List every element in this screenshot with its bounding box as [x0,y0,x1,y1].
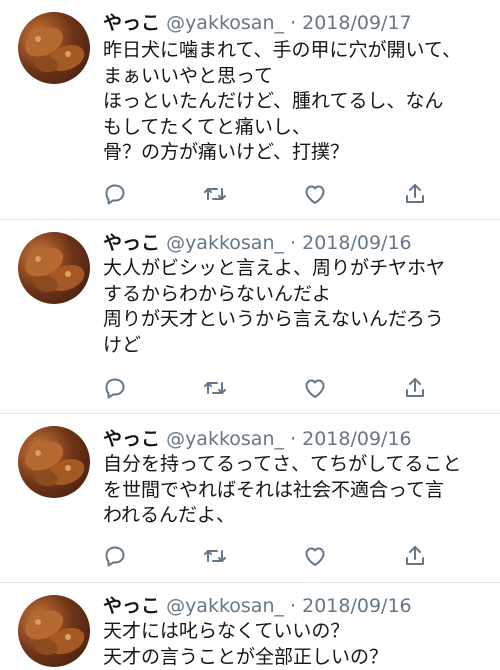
tweet-line: 自分を持ってるってさ、てちがしてること [103,452,493,478]
reply-icon[interactable] [103,376,127,400]
avatar-food-icon [18,426,90,498]
display-name[interactable]: やっこ [103,428,160,450]
action-bar [103,182,423,206]
avatar[interactable] [18,595,90,667]
share-icon[interactable] [403,182,427,206]
tweet[interactable]: やっこ @yakkosan_ · 2018/09/16 天才には叱らなくていいの… [0,583,500,669]
tweet-meta: @yakkosan_ · 2018/09/17 [166,12,412,34]
retweet-icon[interactable] [203,544,227,568]
like-icon[interactable] [303,182,327,206]
display-name[interactable]: やっこ [103,232,160,254]
avatar[interactable] [18,12,90,84]
tweet-line: けど [103,333,493,359]
share-icon[interactable] [403,544,427,568]
avatar-food-icon [18,12,90,84]
tweet[interactable]: やっこ @yakkosan_ · 2018/09/16 大人がビシッと言えよ、周… [0,220,500,414]
tweet[interactable]: やっこ @yakkosan_ · 2018/09/17 昨日犬に噛まれて、手の甲… [0,0,500,220]
avatar-food-icon [18,232,90,304]
tweet-text: 大人がビシッと言えよ、周りがチヤホヤ するからわからないんだよ 周りが天才という… [103,256,493,358]
tweet-line: を世間でやればそれは社会不適合って言 [103,478,493,504]
tweet-header: やっこ @yakkosan_ · 2018/09/16 [103,595,412,617]
avatar[interactable] [18,232,90,304]
tweet-meta: @yakkosan_ · 2018/09/16 [166,428,412,450]
share-icon[interactable] [403,376,427,400]
tweet-meta: @yakkosan_ · 2018/09/16 [166,232,412,254]
tweet-line: まぁいいやと思って [103,64,493,90]
tweet-line: われるんだよ、 [103,503,493,529]
display-name[interactable]: やっこ [103,595,160,617]
action-bar [103,544,423,568]
like-icon[interactable] [303,544,327,568]
reply-icon[interactable] [103,544,127,568]
display-name[interactable]: やっこ [103,12,160,34]
tweet-text: 昨日犬に噛まれて、手の甲に穴が開いて、 まぁいいやと思って ほっといたんだけど、… [103,38,493,166]
reply-icon[interactable] [103,182,127,206]
tweet-line: するからわからないんだよ [103,282,493,308]
avatar[interactable] [18,426,90,498]
tweet-line: 大人がビシッと言えよ、周りがチヤホヤ [103,256,493,282]
like-icon[interactable] [303,376,327,400]
tweet-text: 天才には叱らなくていいの？ 天才の言うことが全部正しいの？ [103,619,493,670]
tweet-line: 昨日犬に噛まれて、手の甲に穴が開いて、 [103,38,493,64]
tweet-line: ほっといたんだけど、腫れてるし、なん [103,89,493,115]
tweet-header: やっこ @yakkosan_ · 2018/09/16 [103,428,412,450]
tweet-line: 天才には叱らなくていいの？ [103,619,493,645]
avatar-food-icon [18,595,90,667]
tweet-text: 自分を持ってるってさ、てちがしてること を世間でやればそれは社会不適合って言 わ… [103,452,493,529]
tweet-line: 天才の言うことが全部正しいの？ [103,645,493,670]
action-bar [103,376,423,400]
tweet-header: やっこ @yakkosan_ · 2018/09/17 [103,12,412,34]
retweet-icon[interactable] [203,182,227,206]
tweet-header: やっこ @yakkosan_ · 2018/09/16 [103,232,412,254]
tweet-line: 骨？の方が痛いけど、打撲？ [103,140,493,166]
tweet-line: もしてたくてと痛いし、 [103,115,493,141]
tweet[interactable]: やっこ @yakkosan_ · 2018/09/16 自分を持ってるってさ、て… [0,414,500,583]
tweet-line: 周りが天才というから言えないんだろう [103,307,493,333]
tweet-meta: @yakkosan_ · 2018/09/16 [166,595,412,617]
retweet-icon[interactable] [203,376,227,400]
